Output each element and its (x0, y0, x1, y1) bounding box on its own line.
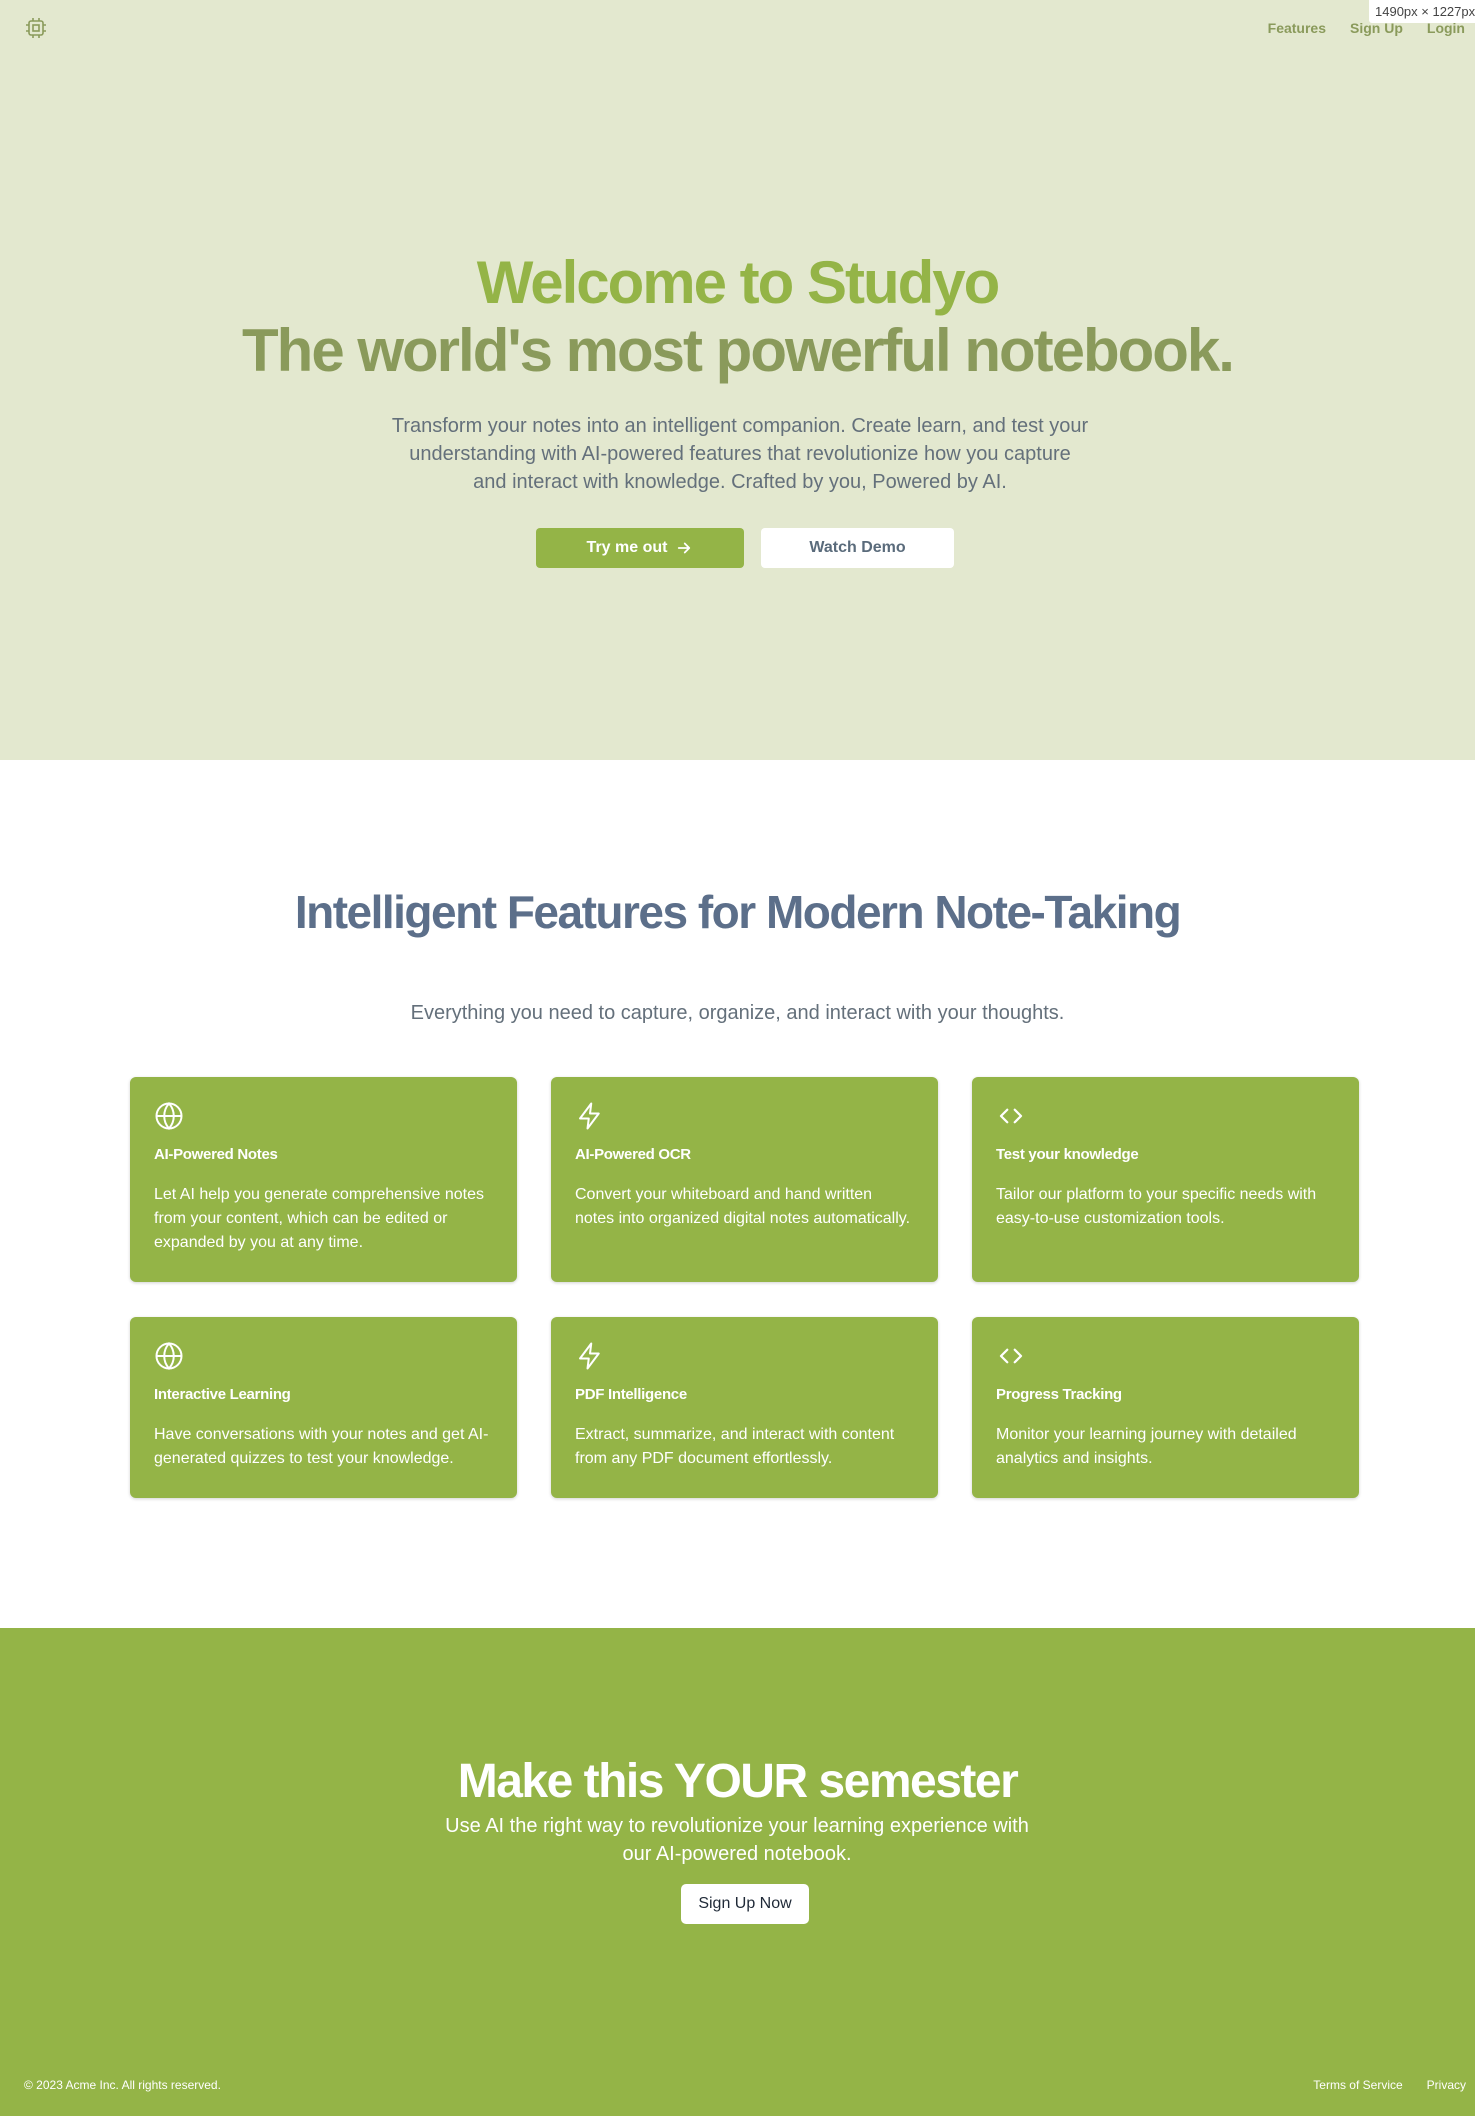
try-me-out-button[interactable]: Try me out (536, 528, 744, 568)
code-icon (999, 1348, 1023, 1364)
feature-card-description: Tailor our platform to your specific nee… (996, 1186, 1317, 1227)
features-subtitle: Everything you need to capture, organize… (410, 1002, 1065, 1024)
hero-description: Transform your notes into an intelligent… (391, 415, 1089, 493)
feature-card-title: AI-Powered Notes (154, 1146, 278, 1163)
cta-section (0, 1628, 1475, 2116)
lightning-icon (579, 1102, 600, 1130)
footer-copyright: © 2023 Acme Inc. All rights reserved. (24, 2078, 221, 2092)
features-title: Intelligent Features for Modern Note-Tak… (294, 886, 1182, 938)
window-size-badge: 1490px × 1227px (1369, 0, 1475, 23)
feature-card-title: PDF Intelligence (575, 1386, 687, 1403)
feature-card-ai-powered-notes: AI-Powered Notes Let AI help you generat… (130, 1077, 517, 1282)
code-icon (999, 1108, 1023, 1124)
feature-card-progress-tracking: Progress Tracking Monitor your learning … (972, 1317, 1359, 1498)
chip-icon[interactable] (24, 16, 48, 40)
globe-icon (155, 1101, 183, 1131)
nav-link-features[interactable]: Features (1268, 20, 1326, 36)
feature-card-description: Convert your whiteboard and hand written… (575, 1186, 911, 1227)
watch-demo-button[interactable]: Watch Demo (761, 528, 954, 568)
arrow-right-icon (678, 542, 691, 554)
footer-links: Terms of Service Privacy (1313, 2078, 1466, 2092)
feature-card-test-your-knowledge: Test your knowledge Tailor our platform … (972, 1077, 1359, 1282)
top-nav-bar: Features Sign Up Login 1490px × 1227px (0, 0, 1475, 58)
hero-title: Welcome to Studyo (476, 249, 1001, 316)
cta-title: Make this YOUR semester (457, 1755, 1019, 1808)
sign-up-now-button[interactable]: Sign Up Now (681, 1884, 809, 1924)
footer-link-privacy[interactable]: Privacy (1427, 2078, 1466, 2092)
lightning-icon (579, 1342, 600, 1370)
feature-card-title: AI-Powered OCR (575, 1146, 691, 1163)
feature-card-description: Let AI help you generate comprehensive n… (154, 1186, 484, 1251)
hero-section: Features Sign Up Login 1490px × 1227px W… (0, 0, 1475, 760)
feature-card-description: Monitor your learning journey with detai… (996, 1426, 1297, 1467)
feature-card-interactive-learning: Interactive Learning Have conversations … (130, 1317, 517, 1498)
footer-link-terms[interactable]: Terms of Service (1313, 2078, 1402, 2092)
feature-card-ai-powered-ocr: AI-Powered OCR Convert your whiteboard a… (551, 1077, 938, 1282)
feature-card-description: Extract, summarize, and interact with co… (575, 1426, 895, 1467)
cta-subtitle: Use AI the right way to revolutionize yo… (445, 1815, 1029, 1865)
feature-card-pdf-intelligence: PDF Intelligence Extract, summarize, and… (551, 1317, 938, 1498)
globe-icon (155, 1341, 183, 1371)
hero-tagline: The world's most powerful notebook. (242, 317, 1235, 384)
feature-card-title: Test your knowledge (996, 1146, 1139, 1163)
feature-card-title: Progress Tracking (996, 1386, 1122, 1403)
try-me-out-label: Try me out (586, 539, 668, 556)
feature-card-description: Have conversations with your notes and g… (154, 1426, 489, 1467)
feature-card-title: Interactive Learning (154, 1386, 291, 1403)
